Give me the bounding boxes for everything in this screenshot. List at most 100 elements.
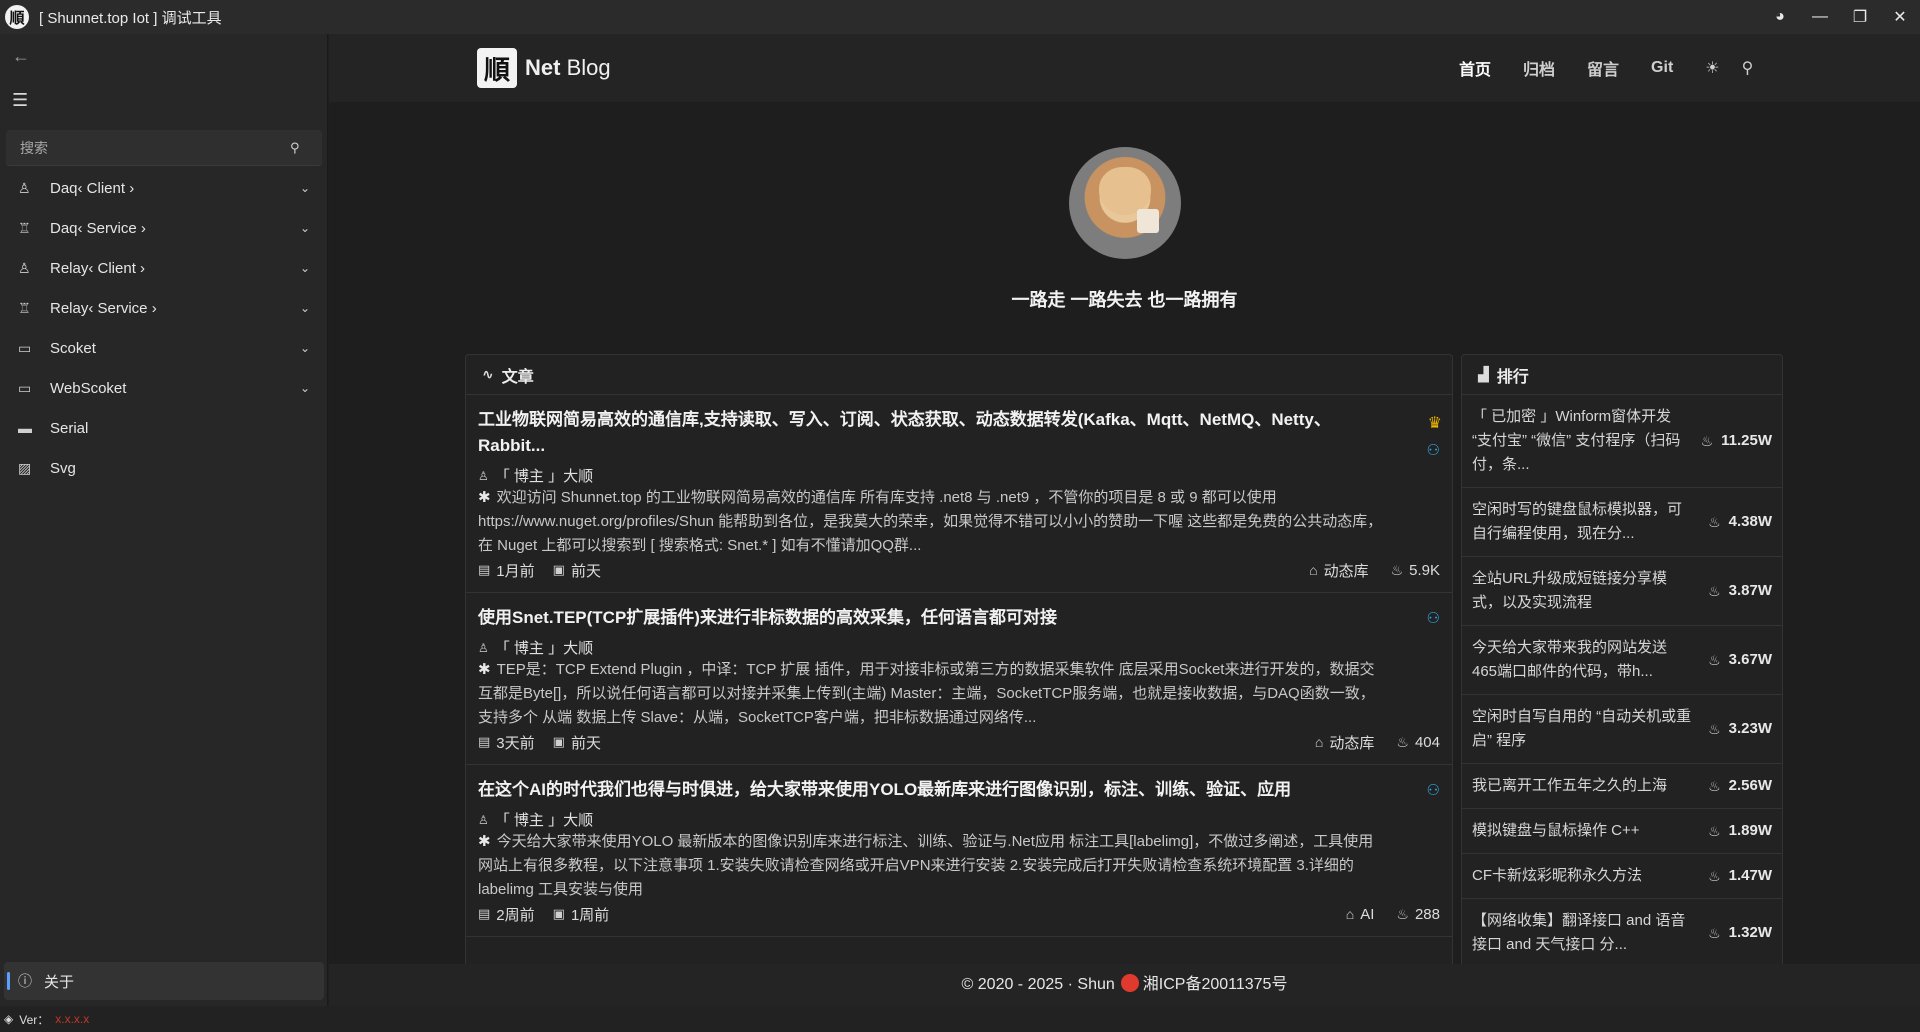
hamburger-menu-icon[interactable]: ☰ xyxy=(12,90,36,114)
ranking-title[interactable]: 【网络收集】翻译接口 and 语音接口 and 天气接口 分... xyxy=(1472,909,1692,957)
serial-icon: ▬ xyxy=(18,420,32,436)
nav-git[interactable]: Git xyxy=(1651,59,1673,77)
sidebar-item-daq-client[interactable]: ♙ Daq‹ Client › ⌄ xyxy=(6,168,322,208)
asterisk-icon: ✱ xyxy=(478,661,491,678)
ranking-item[interactable]: 今天给大家带来我的网站发送465端口邮件的代码，带h... ♨ 3.67W xyxy=(1462,626,1782,695)
articles-panel: ∿ 文章 ♛ ⚇ 工业物联网简易高效的通信库,支持读取、写入、订阅、状态获取、动… xyxy=(465,354,1453,1006)
ranking-score: ♨ 1.89W xyxy=(1708,819,1772,843)
fire-icon: ♨ xyxy=(1708,823,1721,839)
ranking-item[interactable]: 全站URL升级成短链接分享模式，以及实现流程 ♨ 3.87W xyxy=(1462,557,1782,626)
updated-time: 1周前 xyxy=(570,906,610,924)
ranking-title[interactable]: 今天给大家带来我的网站发送465端口邮件的代码，带h... xyxy=(1472,636,1692,684)
score-value: 3.67W xyxy=(1728,651,1772,668)
chevron-down-icon[interactable]: ⌄ xyxy=(300,261,310,275)
article-title[interactable]: 使用Snet.TEP(TCP扩展插件)来进行非标数据的高效采集，任何语言都可对接 xyxy=(478,605,1388,631)
sidebar-item-scoket[interactable]: ▭ Scoket ⌄ xyxy=(6,328,322,368)
minimize-icon[interactable]: — xyxy=(1800,0,1840,34)
chevron-down-icon[interactable]: ⌄ xyxy=(300,381,310,395)
fire-icon: ♨ xyxy=(1708,868,1721,884)
summary-text: 今天给大家带来使用YOLO 最新版本的图像识别库来进行标注、训练、验证与.Net… xyxy=(478,833,1374,898)
sidebar-item-label: Serial xyxy=(50,419,89,437)
sidebar-search[interactable]: ⚲ xyxy=(6,130,322,166)
ranking-title[interactable]: 空闲时自写自用的 “自动关机或重启” 程序 xyxy=(1472,705,1692,753)
article-title[interactable]: 工业物联网简易高效的通信库,支持读取、写入、订阅、状态获取、动态数据转发(Kaf… xyxy=(478,407,1388,459)
sidebar-item-webscoket[interactable]: ▭ WebScoket ⌄ xyxy=(6,368,322,408)
back-arrow-icon[interactable]: ← xyxy=(12,46,36,70)
site-logo: 順 xyxy=(477,48,517,88)
ranking-title[interactable]: 模拟键盘与鼠标操作 C++ xyxy=(1472,819,1640,843)
nav-guestbook[interactable]: 留言 xyxy=(1587,56,1619,80)
sidebar-item-daq-service[interactable]: ♖ Daq‹ Service › ⌄ xyxy=(6,208,322,248)
fire-icon: ♨ xyxy=(1708,652,1721,668)
ranking-item[interactable]: 「 已加密 」Winform窗体开发 “支付宝” “微信” 支付程序（扫码付，条… xyxy=(1462,395,1782,488)
sidebar-item-serial[interactable]: ▬ Serial xyxy=(6,408,322,448)
sidebar-item-label: Svg xyxy=(50,459,76,477)
app-logo: 順 xyxy=(5,5,29,29)
score-value: 11.25W xyxy=(1721,432,1772,449)
article-item[interactable]: ♛ ⚇ 工业物联网简易高效的通信库,支持读取、写入、订阅、状态获取、动态数据转发… xyxy=(466,395,1452,593)
fire-icon: ♨ xyxy=(1708,778,1721,794)
icp-link[interactable]: 湘ICP备20011375号 xyxy=(1143,976,1288,993)
bar-chart-icon: ▟ xyxy=(1478,366,1489,382)
nav-home[interactable]: 首页 xyxy=(1459,56,1491,80)
layers-icon: ◈ xyxy=(4,1012,14,1026)
sidebar-item-about[interactable]: ⓘ 关于 xyxy=(4,962,324,1000)
ranking-item[interactable]: 模拟键盘与鼠标操作 C++ ♨ 1.89W xyxy=(1462,809,1782,854)
article-author: ♙ 「 博主 」大顺 xyxy=(478,809,1388,830)
sidebar-item-label: Daq‹ Service › xyxy=(50,219,146,237)
ranking-item[interactable]: 我已离开工作五年之久的上海 ♨ 2.56W xyxy=(1462,764,1782,809)
search-icon[interactable]: ⚲ xyxy=(1742,58,1754,78)
chevron-down-icon[interactable]: ⌄ xyxy=(300,341,310,355)
theme-palette-icon[interactable]: ◕ xyxy=(1760,0,1800,34)
calendar-edit-icon: ▣ xyxy=(552,906,565,921)
sidebar-item-relay-service[interactable]: ♖ Relay‹ Service › ⌄ xyxy=(6,288,322,328)
sun-icon[interactable]: ☀ xyxy=(1705,58,1719,78)
ranking-item[interactable]: 空闲时自写自用的 “自动关机或重启” 程序 ♨ 3.23W xyxy=(1462,695,1782,764)
score-value: 3.23W xyxy=(1728,720,1772,737)
restore-icon[interactable]: ❐ xyxy=(1840,0,1880,34)
article-tag[interactable]: AI xyxy=(1360,906,1374,923)
ranking-panel: ▟ 排行 「 已加密 」Winform窗体开发 “支付宝” “微信” 支付程序（… xyxy=(1461,354,1783,1006)
article-item[interactable]: ⚇ 使用Snet.TEP(TCP扩展插件)来进行非标数据的高效采集，任何语言都可… xyxy=(466,593,1452,765)
ranking-title[interactable]: CF卡新炫彩昵称永久方法 xyxy=(1472,864,1642,888)
ranking-item[interactable]: 空闲时写的键盘鼠标模拟器，可自行编程使用，现在分... ♨ 4.38W xyxy=(1462,488,1782,557)
published-time: 3天前 xyxy=(496,734,535,752)
web-content: 順 Net Blog 首页 归档 留言 Git ☀ ⚲ 一路走 一路失去 也一路… xyxy=(329,34,1920,1006)
crown-icon: ♛ xyxy=(1427,415,1442,432)
article-item[interactable]: ⚇ 在这个AI的时代我们也得与时俱进，给大家带来使用YOLO最新库来进行图像识别… xyxy=(466,765,1452,937)
author-name: 「 博主 」大顺 xyxy=(494,640,594,657)
article-title[interactable]: 在这个AI的时代我们也得与时俱进，给大家带来使用YOLO最新库来进行图像识别，标… xyxy=(478,777,1388,803)
chevron-down-icon[interactable]: ⌄ xyxy=(300,301,310,315)
info-icon: ⓘ xyxy=(18,973,32,989)
service-icon: ♖ xyxy=(18,219,31,236)
ranking-title[interactable]: 「 已加密 」Winform窗体开发 “支付宝” “微信” 支付程序（扫码付，条… xyxy=(1472,405,1692,477)
score-value: 1.47W xyxy=(1728,867,1772,884)
sidebar-item-svg[interactable]: ▨ Svg xyxy=(6,448,322,488)
lightbulb-icon: ⚇ xyxy=(1426,442,1440,459)
article-tag[interactable]: 动态库 xyxy=(1324,560,1369,581)
site-name: Net Blog xyxy=(525,55,611,81)
ranking-title[interactable]: 空闲时写的键盘鼠标模拟器，可自行编程使用，现在分... xyxy=(1472,498,1692,546)
tag-icon: ⌂ xyxy=(1309,562,1318,578)
lightbulb-icon: ⚇ xyxy=(1426,782,1440,799)
fire-icon: ♨ xyxy=(1708,514,1721,530)
ranking-item[interactable]: CF卡新炫彩昵称永久方法 ♨ 1.47W xyxy=(1462,854,1782,899)
avatar-cup xyxy=(1137,209,1159,233)
nav-archive[interactable]: 归档 xyxy=(1523,56,1555,80)
fire-icon: ♨ xyxy=(1700,433,1714,449)
chevron-down-icon[interactable]: ⌄ xyxy=(300,181,310,195)
sidebar-item-relay-client[interactable]: ♙ Relay‹ Client › ⌄ xyxy=(6,248,322,288)
ranking-title[interactable]: 我已离开工作五年之久的上海 xyxy=(1472,774,1667,798)
sidebar-item-label: 关于 xyxy=(44,973,75,991)
close-icon[interactable]: ✕ xyxy=(1880,0,1920,34)
article-views: 404 xyxy=(1414,733,1440,751)
chevron-down-icon[interactable]: ⌄ xyxy=(300,221,310,235)
article-tag[interactable]: 动态库 xyxy=(1329,732,1374,753)
search-input[interactable] xyxy=(20,139,290,156)
ranking-score: ♨ 4.38W xyxy=(1708,510,1772,534)
site-brand[interactable]: 順 Net Blog xyxy=(477,48,611,88)
version-label: Ver： xyxy=(19,1012,50,1027)
search-icon[interactable]: ⚲ xyxy=(290,140,300,156)
ranking-title[interactable]: 全站URL升级成短链接分享模式，以及实现流程 xyxy=(1472,567,1692,615)
ranking-item[interactable]: 【网络收集】翻译接口 and 语音接口 and 天气接口 分... ♨ 1.32W xyxy=(1462,899,1782,968)
